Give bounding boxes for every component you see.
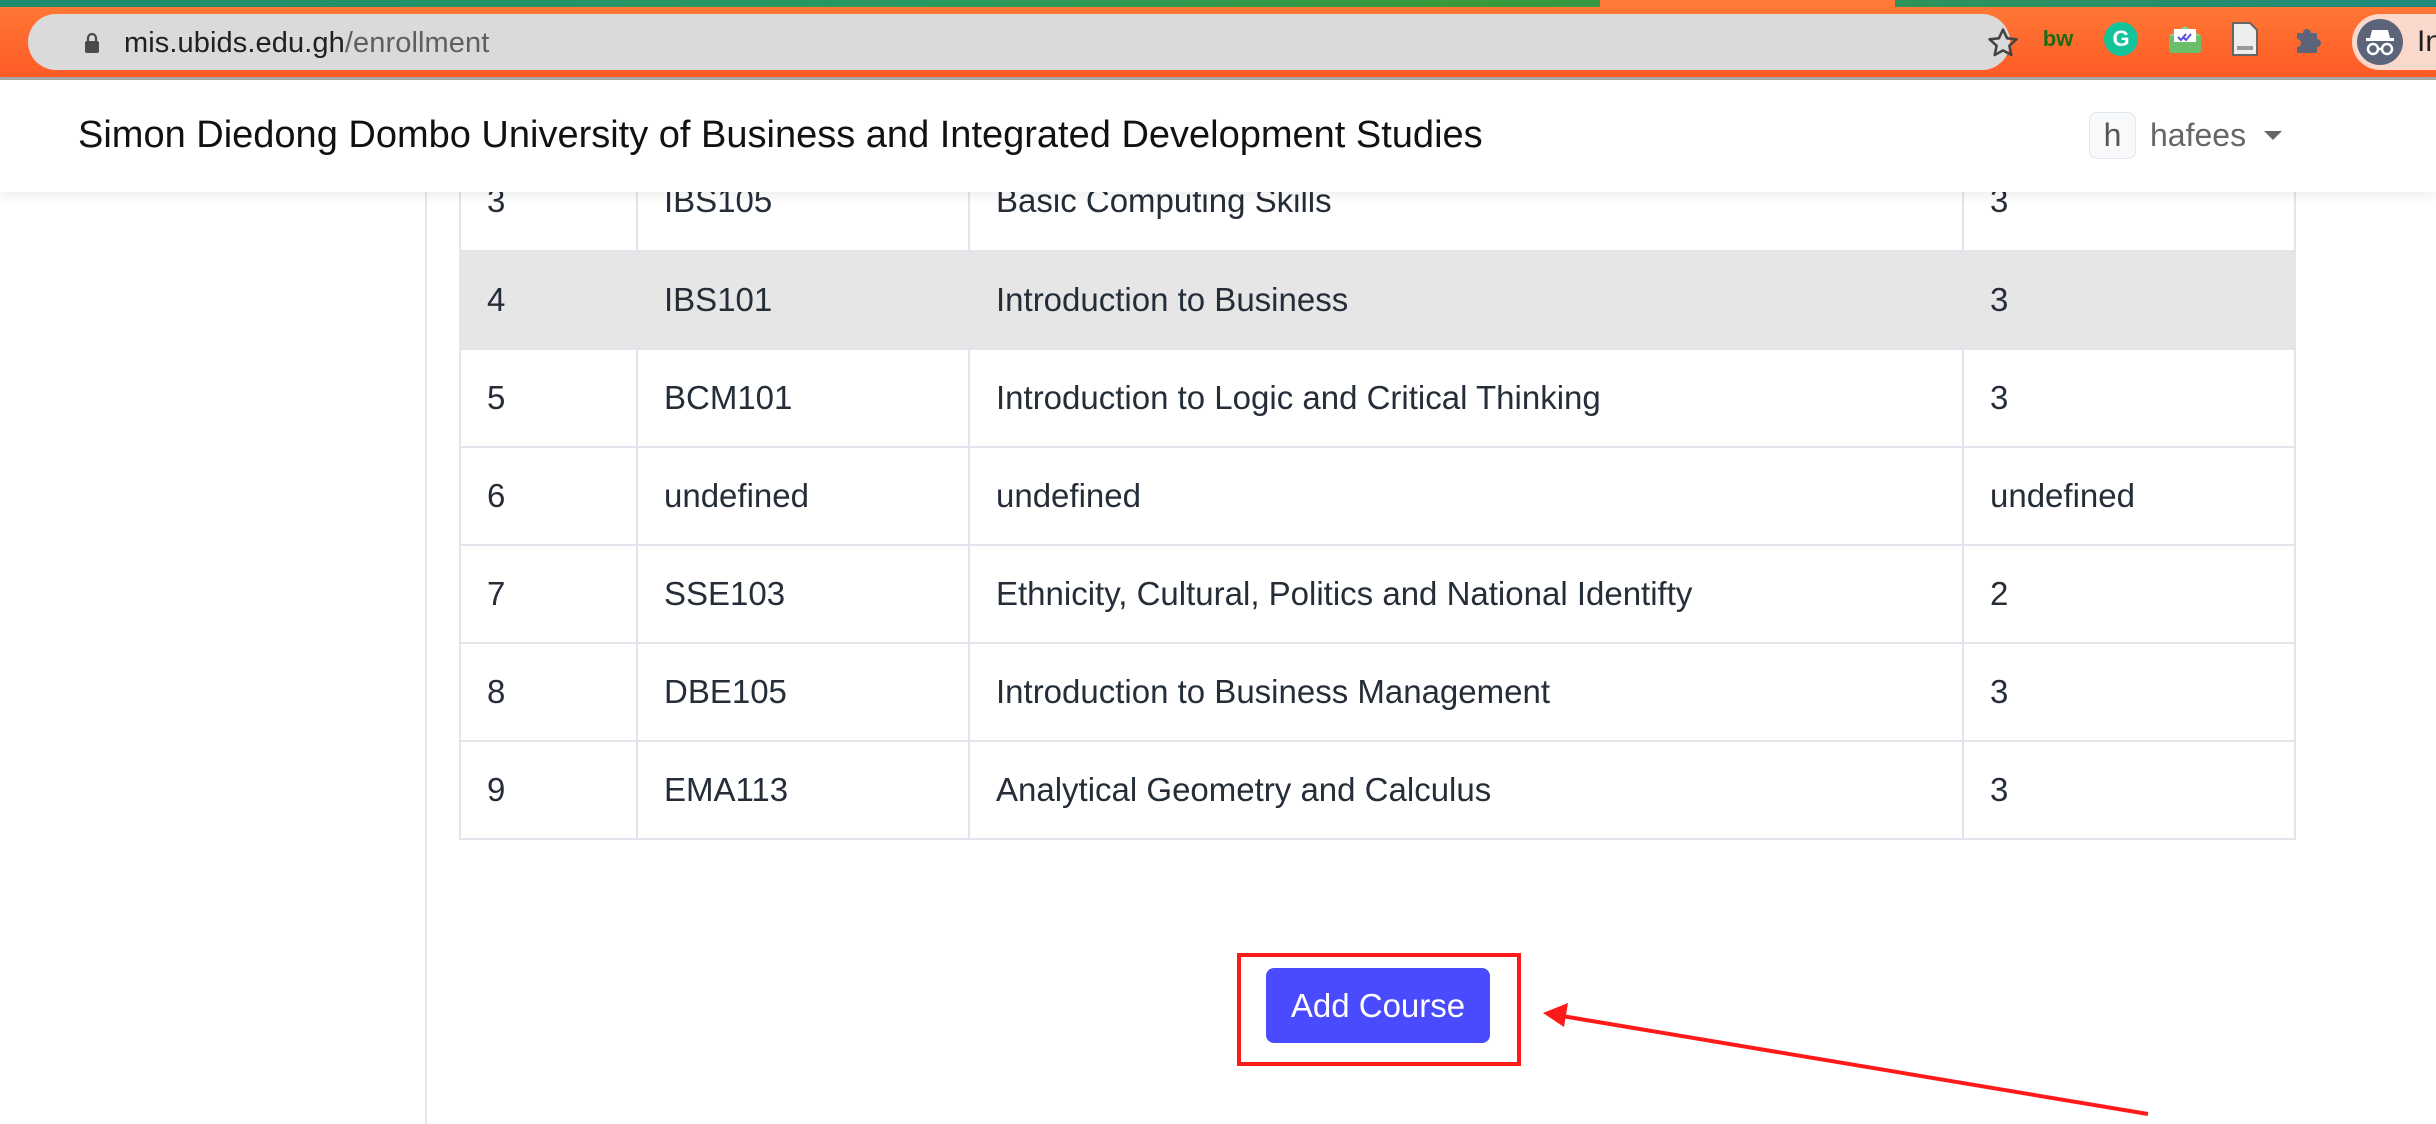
app-header: Simon Diedong Dombo University of Busine… [0, 80, 2436, 192]
table-row[interactable]: 9 EMA113 Analytical Geometry and Calculus 3 [459, 740, 2296, 840]
cell-title: Introduction to Logic and Critical Think… [968, 348, 1964, 448]
cell-code: IBS101 [636, 250, 970, 350]
table-row[interactable]: 4 IBS101 Introduction to Business 3 [459, 250, 2296, 350]
cell-code: SSE103 [636, 544, 970, 644]
cell-code: DBE105 [636, 642, 970, 742]
cell-no: 8 [459, 642, 638, 742]
url-text[interactable]: mis.ubids.edu.gh/enrollment [124, 27, 489, 60]
caret-down-icon [2264, 131, 2283, 140]
cell-credits: undefined [1962, 446, 2296, 546]
cell-no: 7 [459, 544, 638, 644]
bw-extension-icon[interactable]: bw [2040, 22, 2076, 56]
cell-title: Introduction to Business Management [968, 642, 1964, 742]
incognito-badge[interactable]: In [2352, 14, 2436, 70]
page-title: Simon Diedong Dombo University of Busine… [78, 114, 1483, 156]
avatar: h [2089, 112, 2136, 159]
lock-icon [85, 33, 99, 53]
table-row[interactable]: 7 SSE103 Ethnicity, Cultural, Politics and… [459, 544, 2296, 644]
table-row[interactable]: 6 undefined undefined undefined [459, 446, 2296, 546]
cell-title: Introduction to Business [968, 250, 1964, 350]
cell-credits: 3 [1962, 740, 2296, 840]
cell-code: EMA113 [636, 740, 970, 840]
sidebar [0, 192, 427, 1124]
cell-no: 5 [459, 348, 638, 448]
document-extension-icon[interactable] [2230, 22, 2260, 56]
cell-title: Analytical Geometry and Calculus [968, 740, 1964, 840]
table-row[interactable]: 5 BCM101 Introduction to Logic and Critica… [459, 348, 2296, 448]
cell-title: Ethnicity, Cultural, Politics and Nation… [968, 544, 1964, 644]
cell-no: 9 [459, 740, 638, 840]
incognito-icon [2357, 19, 2403, 65]
cell-credits: 2 [1962, 544, 2296, 644]
grammarly-extension-icon[interactable]: G [2104, 22, 2138, 56]
cell-code: BCM101 [636, 348, 970, 448]
cell-credits: 3 [1962, 348, 2296, 448]
url-path: /enrollment [344, 27, 490, 59]
browser-toolbar: mis.ubids.edu.gh/enrollment bw G In [0, 0, 2436, 80]
tab-strip [0, 0, 2436, 7]
user-menu-dropdown[interactable]: h hafees [2089, 112, 2283, 159]
bookmark-star-icon[interactable] [1986, 26, 2020, 60]
courses-table: 3 IBS105 Basic Computing Skills 3 4 IBS101 Int… [459, 150, 2296, 840]
cell-credits: 3 [1962, 642, 2296, 742]
url-host: mis.ubids.edu.gh [124, 27, 345, 59]
cell-no: 6 [459, 446, 638, 546]
add-course-button[interactable]: Add Course [1266, 968, 1490, 1043]
table-row[interactable]: 8 DBE105 Introduction to Business Manageme… [459, 642, 2296, 742]
address-bar[interactable]: mis.ubids.edu.gh/enrollment [28, 14, 2018, 70]
tab-strip-gap [1600, 0, 1895, 7]
user-name: hafees [2150, 117, 2247, 153]
extensions-puzzle-icon[interactable] [2292, 22, 2326, 56]
cell-no: 4 [459, 250, 638, 350]
mail-tracker-extension-icon[interactable] [2168, 22, 2202, 56]
cell-title: undefined [968, 446, 1964, 546]
cell-credits: 3 [1962, 250, 2296, 350]
cell-code: undefined [636, 446, 970, 546]
incognito-label: In [2417, 25, 2436, 58]
